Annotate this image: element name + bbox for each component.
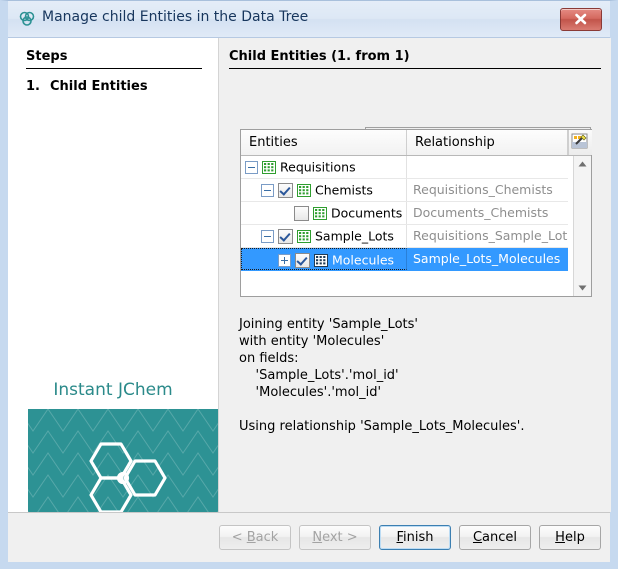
expand-icon[interactable]: [278, 254, 291, 267]
column-header-entities[interactable]: Entities: [241, 130, 407, 155]
window-title: Manage child Entities in the Data Tree: [42, 9, 308, 25]
step-item-child-entities: Child Entities: [50, 79, 148, 94]
table-row[interactable]: Molecules Sample_Lots_Molecules: [241, 248, 568, 271]
entity-label: Documents: [331, 206, 402, 221]
entity-label: Molecules: [332, 253, 394, 268]
content-pane: Child Entities (1. from 1) Datatree Name…: [218, 38, 611, 512]
back-button[interactable]: < Back: [219, 525, 291, 550]
table-row[interactable]: Chemists Requisitions_Chemists: [241, 179, 568, 202]
table-body: Requisitions Chemists Requisitions_Chemist…: [241, 156, 568, 296]
collapse-icon[interactable]: [261, 230, 274, 243]
table-row[interactable]: Requisitions: [241, 156, 568, 179]
entity-checkbox[interactable]: [278, 183, 293, 198]
hexagon-molecule-logo: [77, 440, 169, 516]
scroll-up-icon[interactable]: [574, 156, 591, 173]
entity-cell[interactable]: Sample_Lots: [241, 225, 407, 247]
steps-divider: [26, 68, 202, 69]
cancel-button[interactable]: Cancel: [459, 525, 531, 550]
grid-icon: [297, 230, 311, 243]
relationship-cell: [407, 156, 568, 178]
table-row[interactable]: Documents Documents_Chemists: [241, 202, 568, 225]
entity-cell[interactable]: Requisitions: [241, 156, 407, 178]
table-scrollbar[interactable]: [573, 156, 591, 296]
entity-checkbox[interactable]: [278, 229, 293, 244]
collapse-icon[interactable]: [261, 184, 274, 197]
relationship-cell: Requisitions_Chemists: [407, 179, 568, 201]
steps-pane: Steps 1. Child Entities Instant JChem: [8, 38, 218, 512]
entity-checkbox[interactable]: [295, 253, 310, 268]
title-bar: Manage child Entities in the Data Tree: [8, 1, 610, 38]
steps-heading: Steps: [26, 49, 67, 64]
relationship-cell: Sample_Lots_Molecules: [407, 248, 568, 270]
step-number: 1.: [26, 79, 40, 94]
page-title: Child Entities (1. from 1): [229, 49, 410, 64]
entity-label: Chemists: [315, 183, 373, 198]
scroll-down-icon[interactable]: [574, 279, 591, 296]
table-row[interactable]: Sample_Lots Requisitions_Sample_Lots: [241, 225, 568, 248]
grid-icon: [313, 207, 327, 220]
brand-name: Instant JChem: [8, 380, 218, 400]
grid-icon: [262, 161, 276, 174]
join-description: Joining entity 'Sample_Lots' with entity…: [239, 316, 524, 435]
relationship-cell: Documents_Chemists: [407, 202, 568, 224]
dialog-window: Manage child Entities in the Data Tree S…: [0, 0, 618, 569]
entity-cell[interactable]: Documents: [241, 202, 407, 224]
relationship-cell: Requisitions_Sample_Lots: [407, 225, 568, 247]
next-button[interactable]: Next >: [299, 525, 371, 550]
grid-icon-dark: [314, 254, 328, 267]
close-icon[interactable]: [560, 8, 602, 31]
grid-icon: [297, 184, 311, 197]
entity-checkbox[interactable]: [294, 206, 309, 221]
column-chooser-icon[interactable]: [568, 130, 592, 155]
button-bar: < Back Next > Finish Cancel Help: [8, 512, 610, 562]
page-title-divider: [229, 68, 601, 69]
molecule-icon: [18, 10, 36, 28]
entity-label: Requisitions: [280, 160, 356, 175]
collapse-icon[interactable]: [245, 161, 258, 174]
entity-cell[interactable]: Molecules: [241, 248, 407, 270]
entity-cell[interactable]: Chemists: [241, 179, 407, 201]
table-header: Entities Relationship: [241, 130, 591, 156]
help-button[interactable]: Help: [539, 525, 601, 550]
entity-label: Sample_Lots: [315, 229, 394, 244]
column-header-relationship[interactable]: Relationship: [407, 130, 568, 155]
entities-table: Entities Relationship Requisitions Chemis…: [240, 129, 592, 297]
finish-button[interactable]: Finish: [379, 525, 451, 550]
